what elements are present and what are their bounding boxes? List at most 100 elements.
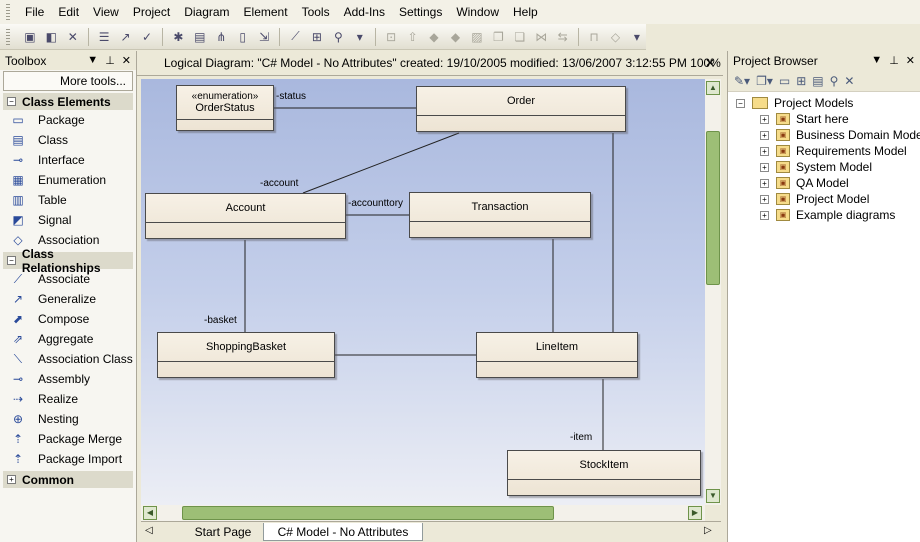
up-arrow-icon[interactable]: ⇧ bbox=[403, 27, 421, 47]
paste-icon[interactable]: ❏ bbox=[511, 27, 529, 47]
document-icon[interactable]: ▤ bbox=[191, 27, 209, 47]
menu-tools[interactable]: Tools bbox=[295, 5, 337, 19]
tool-enumeration[interactable]: ▦ Enumeration bbox=[0, 170, 136, 190]
scroll-up-icon[interactable]: ▲ bbox=[706, 81, 720, 95]
tree-item[interactable]: + ▣ QA Model bbox=[760, 175, 849, 191]
tree-item[interactable]: + ▣ Project Model bbox=[760, 191, 869, 207]
tree-item[interactable]: + ▣ Requirements Model bbox=[760, 143, 907, 159]
folder-icon[interactable]: ▭ bbox=[779, 74, 790, 88]
new-project-icon[interactable]: ▣ bbox=[21, 27, 39, 47]
expand-icon[interactable]: + bbox=[760, 178, 769, 188]
tool-association-class[interactable]: ⟍ Association Class bbox=[0, 349, 136, 369]
menu-view[interactable]: View bbox=[86, 5, 126, 19]
tree-item[interactable]: + ▣ Start here bbox=[760, 111, 849, 127]
horizontal-scrollbar[interactable]: ◀ ▶ bbox=[141, 505, 705, 521]
toolbar-grip[interactable] bbox=[6, 28, 10, 45]
scroll-thumb[interactable] bbox=[182, 506, 554, 520]
class-shoppingbasket[interactable]: ShoppingBasket bbox=[157, 332, 335, 378]
diagram-icon[interactable]: ⊡ bbox=[382, 27, 400, 47]
pin-icon[interactable]: ⊥ bbox=[889, 54, 899, 67]
tag-icon[interactable]: ◆ bbox=[425, 27, 443, 47]
menu-diagram[interactable]: Diagram bbox=[177, 5, 236, 19]
scroll-right-icon[interactable]: ▶ bbox=[688, 506, 702, 520]
tool-signal[interactable]: ◩ Signal bbox=[0, 210, 136, 230]
section-class-elements[interactable]: − Class Elements bbox=[3, 93, 133, 110]
expand-icon[interactable]: + bbox=[760, 146, 769, 156]
menu-project[interactable]: Project bbox=[126, 5, 177, 19]
expand-icon[interactable]: + bbox=[760, 210, 769, 220]
toolbar-overflow-icon[interactable]: ▾ bbox=[628, 27, 646, 47]
merge-icon[interactable]: ⋈ bbox=[532, 27, 550, 47]
menu-add-ins[interactable]: Add-Ins bbox=[337, 5, 392, 19]
tab-scroll-left-icon[interactable]: ◁ bbox=[145, 525, 153, 536]
close-icon[interactable]: ✕ bbox=[122, 54, 131, 67]
section-class-relationships[interactable]: − Class Relationships bbox=[3, 247, 133, 275]
class-account[interactable]: Account bbox=[145, 193, 346, 239]
lock-icon[interactable]: ⊓ bbox=[585, 27, 603, 47]
tool-generalize[interactable]: ↗ Generalize bbox=[0, 289, 136, 309]
scroll-left-icon[interactable]: ◀ bbox=[143, 506, 157, 520]
tool-package-import[interactable]: ⇡ Package Import bbox=[0, 449, 136, 469]
tab-start-page[interactable]: Start Page bbox=[181, 523, 265, 541]
tool-interface[interactable]: ⊸ Interface bbox=[0, 150, 136, 170]
arrange-icon[interactable]: ⇆ bbox=[553, 27, 571, 47]
class-order[interactable]: Order bbox=[416, 86, 626, 132]
tool-aggregate[interactable]: ⇗ Aggregate bbox=[0, 329, 136, 349]
tree-item[interactable]: + ▣ Example diagrams bbox=[760, 207, 895, 223]
tool-compose[interactable]: ⬈ Compose bbox=[0, 309, 136, 329]
menu-help[interactable]: Help bbox=[506, 5, 545, 19]
tool-class[interactable]: ▤ Class bbox=[0, 130, 136, 150]
tree-item[interactable]: + ▣ System Model bbox=[760, 159, 872, 175]
new-element-icon[interactable]: ✎▾ bbox=[734, 74, 750, 88]
menu-element[interactable]: Element bbox=[237, 5, 295, 19]
tools-icon[interactable]: ✕ bbox=[64, 27, 82, 47]
menu-file[interactable]: File bbox=[18, 5, 51, 19]
link-icon[interactable]: ↗ bbox=[116, 27, 134, 47]
expand-icon[interactable]: + bbox=[760, 162, 769, 172]
check-icon[interactable]: ✓ bbox=[138, 27, 156, 47]
close-icon[interactable]: ✕ bbox=[906, 54, 915, 67]
properties-icon[interactable]: ▤ bbox=[812, 74, 823, 88]
close-icon[interactable]: ✕ bbox=[705, 56, 715, 70]
tab-scroll-right-icon[interactable]: ▷ bbox=[704, 525, 712, 536]
hierarchy-icon[interactable]: ⋔ bbox=[212, 27, 230, 47]
dropdown-icon[interactable]: ▼ bbox=[87, 54, 98, 67]
tag-alt-icon[interactable]: ◆ bbox=[446, 27, 464, 47]
tool-table[interactable]: ▥ Table bbox=[0, 190, 136, 210]
expand-icon[interactable]: + bbox=[760, 194, 769, 204]
tree-root[interactable]: − Project Models bbox=[736, 95, 853, 111]
dropdown-icon[interactable]: ▼ bbox=[871, 54, 882, 67]
expand-icon[interactable]: + bbox=[760, 130, 769, 140]
layout-icon[interactable]: ⊞ bbox=[308, 27, 326, 47]
menu-edit[interactable]: Edit bbox=[51, 5, 86, 19]
class-lineitem[interactable]: LineItem bbox=[476, 332, 638, 378]
section-common[interactable]: + Common bbox=[3, 471, 133, 488]
class-stockitem[interactable]: StockItem bbox=[507, 450, 701, 496]
tree-icon[interactable]: ⊞ bbox=[796, 74, 806, 88]
tool-package-merge[interactable]: ⇡ Package Merge bbox=[0, 429, 136, 449]
scroll-down-icon[interactable]: ▼ bbox=[706, 489, 720, 503]
pin-icon[interactable]: ⊥ bbox=[105, 54, 115, 67]
connector-icon[interactable]: ⟋ bbox=[286, 27, 304, 47]
copy-icon[interactable]: ❐ bbox=[489, 27, 507, 47]
association-line[interactable] bbox=[302, 132, 460, 194]
more-tools-button[interactable]: More tools... bbox=[3, 71, 133, 91]
tab-csharp-model[interactable]: C# Model - No Attributes bbox=[263, 523, 423, 541]
collapse-icon[interactable]: − bbox=[7, 256, 16, 265]
page-icon[interactable]: ▯ bbox=[233, 27, 251, 47]
collapse-icon[interactable]: − bbox=[736, 98, 745, 108]
export-icon[interactable]: ⇲ bbox=[255, 27, 273, 47]
diagram-canvas[interactable]: «enumeration» OrderStatus Order Account … bbox=[141, 79, 705, 505]
open-project-icon[interactable]: ◧ bbox=[42, 27, 60, 47]
expand-icon[interactable]: + bbox=[7, 475, 16, 484]
tree-item[interactable]: + ▣ Business Domain Model bbox=[760, 127, 920, 143]
image-icon[interactable]: ▨ bbox=[468, 27, 486, 47]
class-orderstatus[interactable]: «enumeration» OrderStatus bbox=[176, 85, 274, 131]
menu-window[interactable]: Window bbox=[449, 5, 506, 19]
class-transaction[interactable]: Transaction bbox=[409, 192, 591, 238]
tool-nesting[interactable]: ⊕ Nesting bbox=[0, 409, 136, 429]
menu-settings[interactable]: Settings bbox=[392, 5, 449, 19]
find-icon[interactable]: ⚲ bbox=[830, 74, 839, 88]
new-diagram-icon[interactable]: ❐▾ bbox=[756, 74, 773, 88]
vertical-scrollbar[interactable]: ▲ ▼ bbox=[705, 79, 721, 505]
